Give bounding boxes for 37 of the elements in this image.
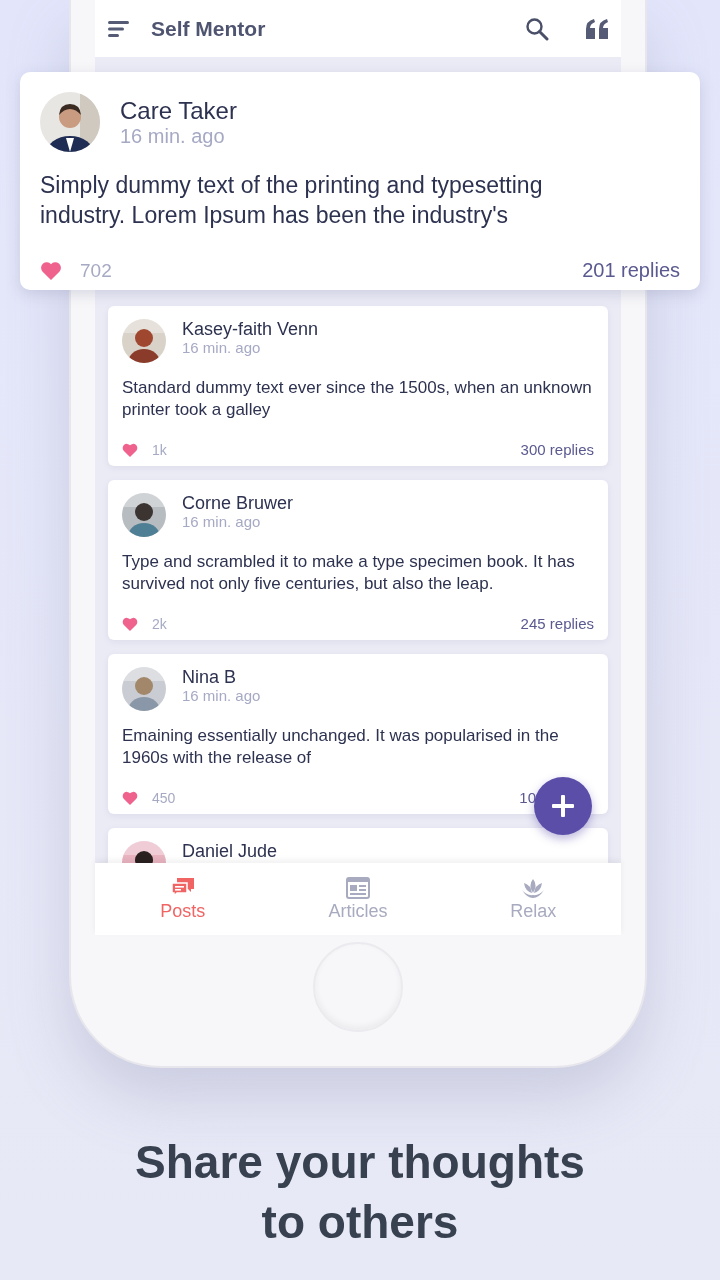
quote-icon[interactable] (585, 18, 609, 39)
post-text: Simply dummy text of the printing and typesetting industry. Lorem Ipsum has been the industry's (40, 171, 544, 230)
author-name: Care Taker (120, 96, 237, 125)
headline: Share your thoughts to others (135, 1135, 585, 1250)
heart-icon[interactable] (122, 790, 138, 805)
like-count: 2k (152, 615, 167, 632)
post-time: 16 min. ago (182, 513, 262, 530)
post-text: Emaining essentially unchanged. It was popularised in the 1960s with the release of (122, 725, 560, 769)
post-time: 16 min. ago (182, 339, 262, 356)
like-count: 1k (152, 441, 167, 458)
post-card[interactable]: Nina B 16 min. ago Emaining essentially unchanged. It was popularised in the 1960s with the release of 450 10 (108, 654, 608, 814)
author-name: Corne Bruwer (182, 493, 294, 513)
newspaper-icon (346, 876, 370, 899)
author-name: Nina B (182, 667, 238, 687)
reply-count[interactable]: 10 (519, 789, 536, 806)
app-title: Self Mentor (151, 16, 267, 41)
featured-post-card[interactable]: Care Taker 16 min. ago Simply dummy text of the printing and typesetting industry. Lorem Ipsum has been the industry's 702 201 replies (20, 72, 700, 290)
reply-count[interactable]: 245 replies (520, 615, 594, 632)
reply-count[interactable]: 201 replies (582, 259, 680, 282)
heart-icon[interactable] (40, 261, 62, 280)
post-text: Standard dummy text ever since the 1500s, when an unknown printer took a galley (122, 377, 593, 421)
post-card[interactable]: Corne Bruwer 16 min. ago Type and scrambled it to make a type specimen book. It has survived not only five centuries, but also the leap. 2k 245 replies (108, 480, 608, 640)
like-count: 702 (80, 259, 112, 282)
post-time: 16 min. ago (182, 687, 261, 704)
author-name: Kasey-faith Venn (182, 319, 319, 339)
heart-icon[interactable] (122, 442, 138, 457)
author-name: Daniel Jude (182, 841, 278, 861)
plus-icon (552, 795, 574, 817)
reply-count[interactable]: 300 replies (520, 441, 594, 458)
post-card[interactable]: Daniel Jude (108, 828, 608, 863)
like-count: 450 (152, 789, 176, 806)
heart-icon[interactable] (122, 616, 138, 631)
post-time: 16 min. ago (120, 124, 226, 148)
menu-icon[interactable] (107, 19, 131, 38)
search-icon[interactable] (525, 16, 549, 41)
post-text: Type and scrambled it to make a type specimen book. It has survived not only five centuries, but also the leap. (122, 551, 576, 595)
post-card[interactable]: Kasey-faith Venn 16 min. ago Standard dummy text ever since the 1500s, when an unknown printer took a galley 1k 300 replies (108, 306, 608, 466)
